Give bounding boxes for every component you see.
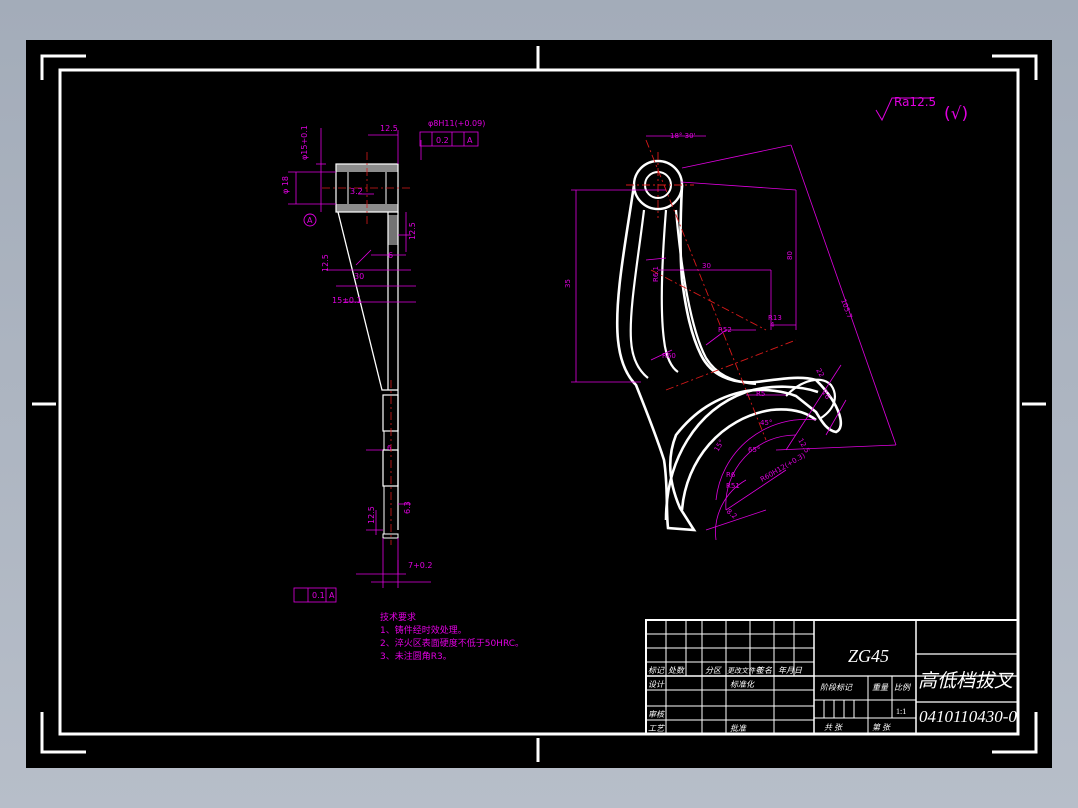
svg-text:A: A <box>467 136 473 145</box>
svg-text:0.2: 0.2 <box>436 136 449 145</box>
svg-text:105.7: 105.7 <box>839 298 853 320</box>
svg-text:1:1: 1:1 <box>896 707 906 716</box>
svg-text:6: 6 <box>387 444 392 452</box>
svg-text:R52: R52 <box>718 326 732 334</box>
svg-text:R5: R5 <box>756 390 765 398</box>
svg-text:3.2: 3.2 <box>350 187 363 196</box>
svg-text:R60H12(+0.3): R60H12(+0.3) <box>759 451 807 483</box>
svg-text:80: 80 <box>786 251 794 260</box>
svg-text:处数: 处数 <box>668 666 685 675</box>
svg-text:工艺: 工艺 <box>648 724 665 733</box>
surface-finish-symbol: Ra12.5 (√) <box>875 95 968 124</box>
svg-text:共 张: 共 张 <box>824 723 843 732</box>
svg-text:比例: 比例 <box>894 683 912 692</box>
svg-text:6.3: 6.3 <box>403 501 412 514</box>
svg-text:18° 30': 18° 30' <box>670 132 696 140</box>
svg-text:重量: 重量 <box>872 683 889 692</box>
svg-text:标准化: 标准化 <box>730 680 755 689</box>
svg-text:15°: 15° <box>713 438 726 453</box>
svg-text:审核: 审核 <box>648 710 666 719</box>
svg-text:6: 6 <box>388 251 393 260</box>
svg-text:12.5: 12.5 <box>367 506 376 524</box>
svg-text:12.5: 12.5 <box>796 437 811 455</box>
svg-text:22: 22 <box>814 367 825 379</box>
svg-text:第 张: 第 张 <box>872 723 891 732</box>
svg-text:批准: 批准 <box>730 724 747 733</box>
svg-text:(√): (√) <box>944 104 968 124</box>
svg-text:ZG45: ZG45 <box>848 646 889 666</box>
svg-text:阶段标记: 阶段标记 <box>820 683 853 692</box>
svg-text:12.5: 12.5 <box>408 222 417 240</box>
svg-text:R6.1: R6.1 <box>652 266 660 282</box>
svg-text:45°: 45° <box>760 419 772 427</box>
svg-text:12.5: 12.5 <box>380 124 398 133</box>
svg-text:30: 30 <box>354 272 364 281</box>
svg-text:Ra12.5: Ra12.5 <box>894 95 936 109</box>
part-name: 高低档拔叉 <box>918 671 1014 692</box>
svg-text:A: A <box>307 216 313 225</box>
svg-text:35: 35 <box>564 279 572 288</box>
svg-text:设计: 设计 <box>648 680 665 689</box>
svg-text:φ8H11(+0.09): φ8H11(+0.09) <box>428 119 485 128</box>
svg-text:R51: R51 <box>726 482 740 490</box>
svg-text:30: 30 <box>702 262 711 270</box>
svg-text:年月日: 年月日 <box>778 666 803 675</box>
svg-text:R6: R6 <box>726 471 736 479</box>
svg-text:φ15+0.1: φ15+0.1 <box>300 125 309 160</box>
svg-text:65°: 65° <box>748 446 760 454</box>
drawing-sheet: Ra12.5 (√) 12.5 φ8H11(+0.09) 0.2 A φ15+0… <box>26 40 1052 768</box>
notes-heading: 技术要求 <box>380 613 417 623</box>
svg-text:R60: R60 <box>662 352 676 360</box>
svg-text:7+0.2: 7+0.2 <box>408 561 433 570</box>
side-view: 12.5 φ8H11(+0.09) 0.2 A φ15+0.1 φ 18 3.2… <box>281 119 485 603</box>
note-line: 2、淬火区表面硬度不低于50HRC。 <box>380 639 525 649</box>
svg-text:4: 4 <box>770 321 775 329</box>
drawing-number: 0410110430-04 <box>919 707 1017 726</box>
svg-text:12.5: 12.5 <box>321 254 330 272</box>
technical-notes: 技术要求 1、铸件经时效处理。 2、淬火区表面硬度不低于50HRC。 3、未注圆… <box>380 612 600 664</box>
svg-text:A: A <box>329 591 335 600</box>
svg-text:分区: 分区 <box>705 666 722 675</box>
svg-text:φ 18: φ 18 <box>281 176 290 194</box>
front-view: 18° 30' 35 30 80 R13 4 105.7 R52 R60 R6.… <box>564 132 897 541</box>
svg-text:签名: 签名 <box>756 666 773 675</box>
note-line: 3、未注圆角R3。 <box>380 652 452 662</box>
note-line: 1、铸件经时效处理。 <box>380 626 467 636</box>
svg-text:16: 16 <box>820 389 832 401</box>
svg-text:15±0.1: 15±0.1 <box>332 296 362 305</box>
svg-text:0.1: 0.1 <box>312 591 325 600</box>
svg-text:标记: 标记 <box>648 666 665 675</box>
